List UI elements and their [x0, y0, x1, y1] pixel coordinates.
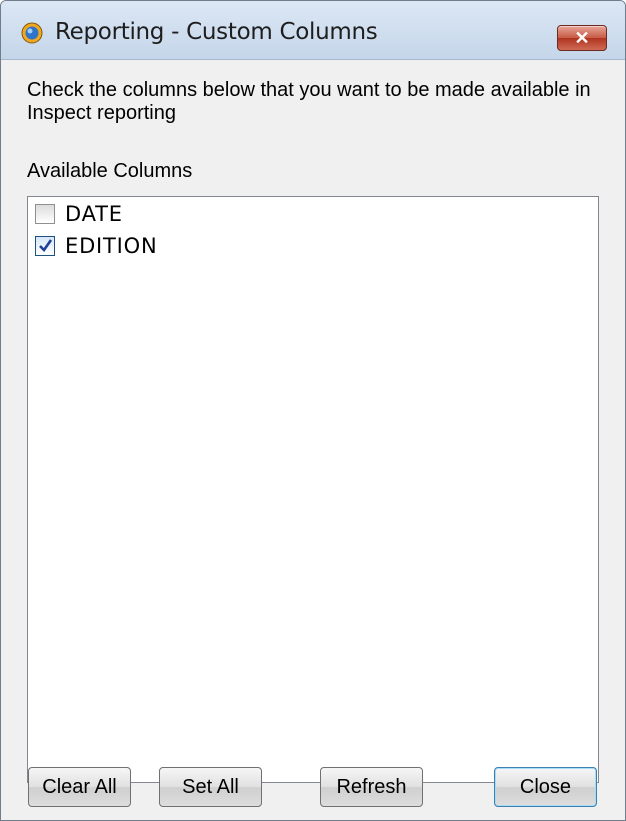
close-icon: ✕ — [574, 27, 590, 48]
refresh-button[interactable]: Refresh — [320, 767, 423, 807]
title-bar[interactable]: Reporting - Custom Columns ✕ — [1, 1, 625, 60]
list-item-edition[interactable]: EDITION — [35, 232, 158, 260]
column-label-date: DATE — [65, 202, 123, 226]
close-button[interactable]: Close — [494, 767, 597, 807]
dialog-window: Reporting - Custom Columns ✕ Check the c… — [0, 0, 626, 821]
date-checkbox[interactable] — [35, 204, 55, 224]
clear-all-button[interactable]: Clear All — [28, 767, 131, 807]
dialog-content: Check the columns below that you want to… — [1, 60, 625, 820]
set-all-button[interactable]: Set All — [159, 767, 262, 807]
available-columns-list[interactable]: DATE EDITION — [27, 196, 599, 783]
column-label-edition: EDITION — [65, 234, 158, 258]
list-item-date[interactable]: DATE — [35, 200, 123, 228]
checkmark-icon — [39, 239, 53, 253]
instructions-text: Check the columns below that you want to… — [27, 79, 591, 124]
window-close-button[interactable]: ✕ — [557, 25, 607, 51]
app-globe-icon — [21, 22, 43, 44]
available-columns-label: Available Columns — [27, 160, 193, 182]
edition-checkbox[interactable] — [35, 236, 55, 256]
window-title: Reporting - Custom Columns — [55, 19, 378, 45]
